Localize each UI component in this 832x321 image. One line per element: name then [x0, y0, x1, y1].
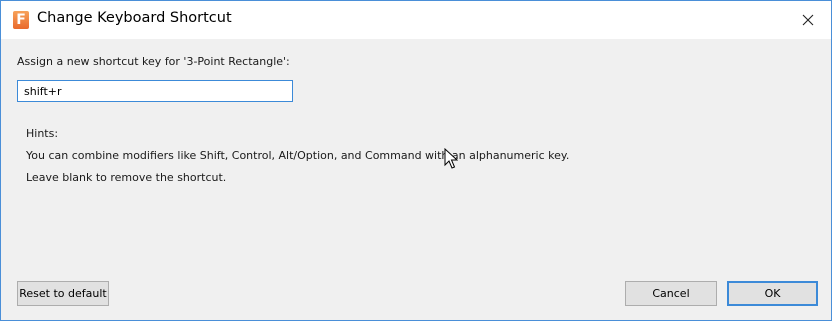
ok-button[interactable]: OK [727, 281, 818, 306]
change-shortcut-dialog: F Change Keyboard Shortcut Assign a new … [0, 0, 832, 321]
title-bar: F Change Keyboard Shortcut [1, 1, 831, 39]
hints-heading: Hints: [26, 127, 59, 140]
hints-line-modifiers: You can combine modifiers like Shift, Co… [26, 149, 570, 162]
app-logo-icon: F [13, 11, 29, 29]
reset-to-default-button[interactable]: Reset to default [17, 281, 109, 306]
close-icon [802, 14, 814, 26]
cancel-button[interactable]: Cancel [625, 281, 717, 306]
hints-section: Hints: You can combine modifiers like Sh… [26, 123, 569, 189]
close-button[interactable] [785, 1, 831, 39]
shortcut-input[interactable] [17, 80, 293, 102]
dialog-title: Change Keyboard Shortcut [37, 10, 232, 26]
hints-line-blank: Leave blank to remove the shortcut. [26, 171, 227, 184]
mouse-pointer-icon [444, 148, 458, 169]
shortcut-prompt-label: Assign a new shortcut key for '3-Point R… [17, 55, 290, 68]
